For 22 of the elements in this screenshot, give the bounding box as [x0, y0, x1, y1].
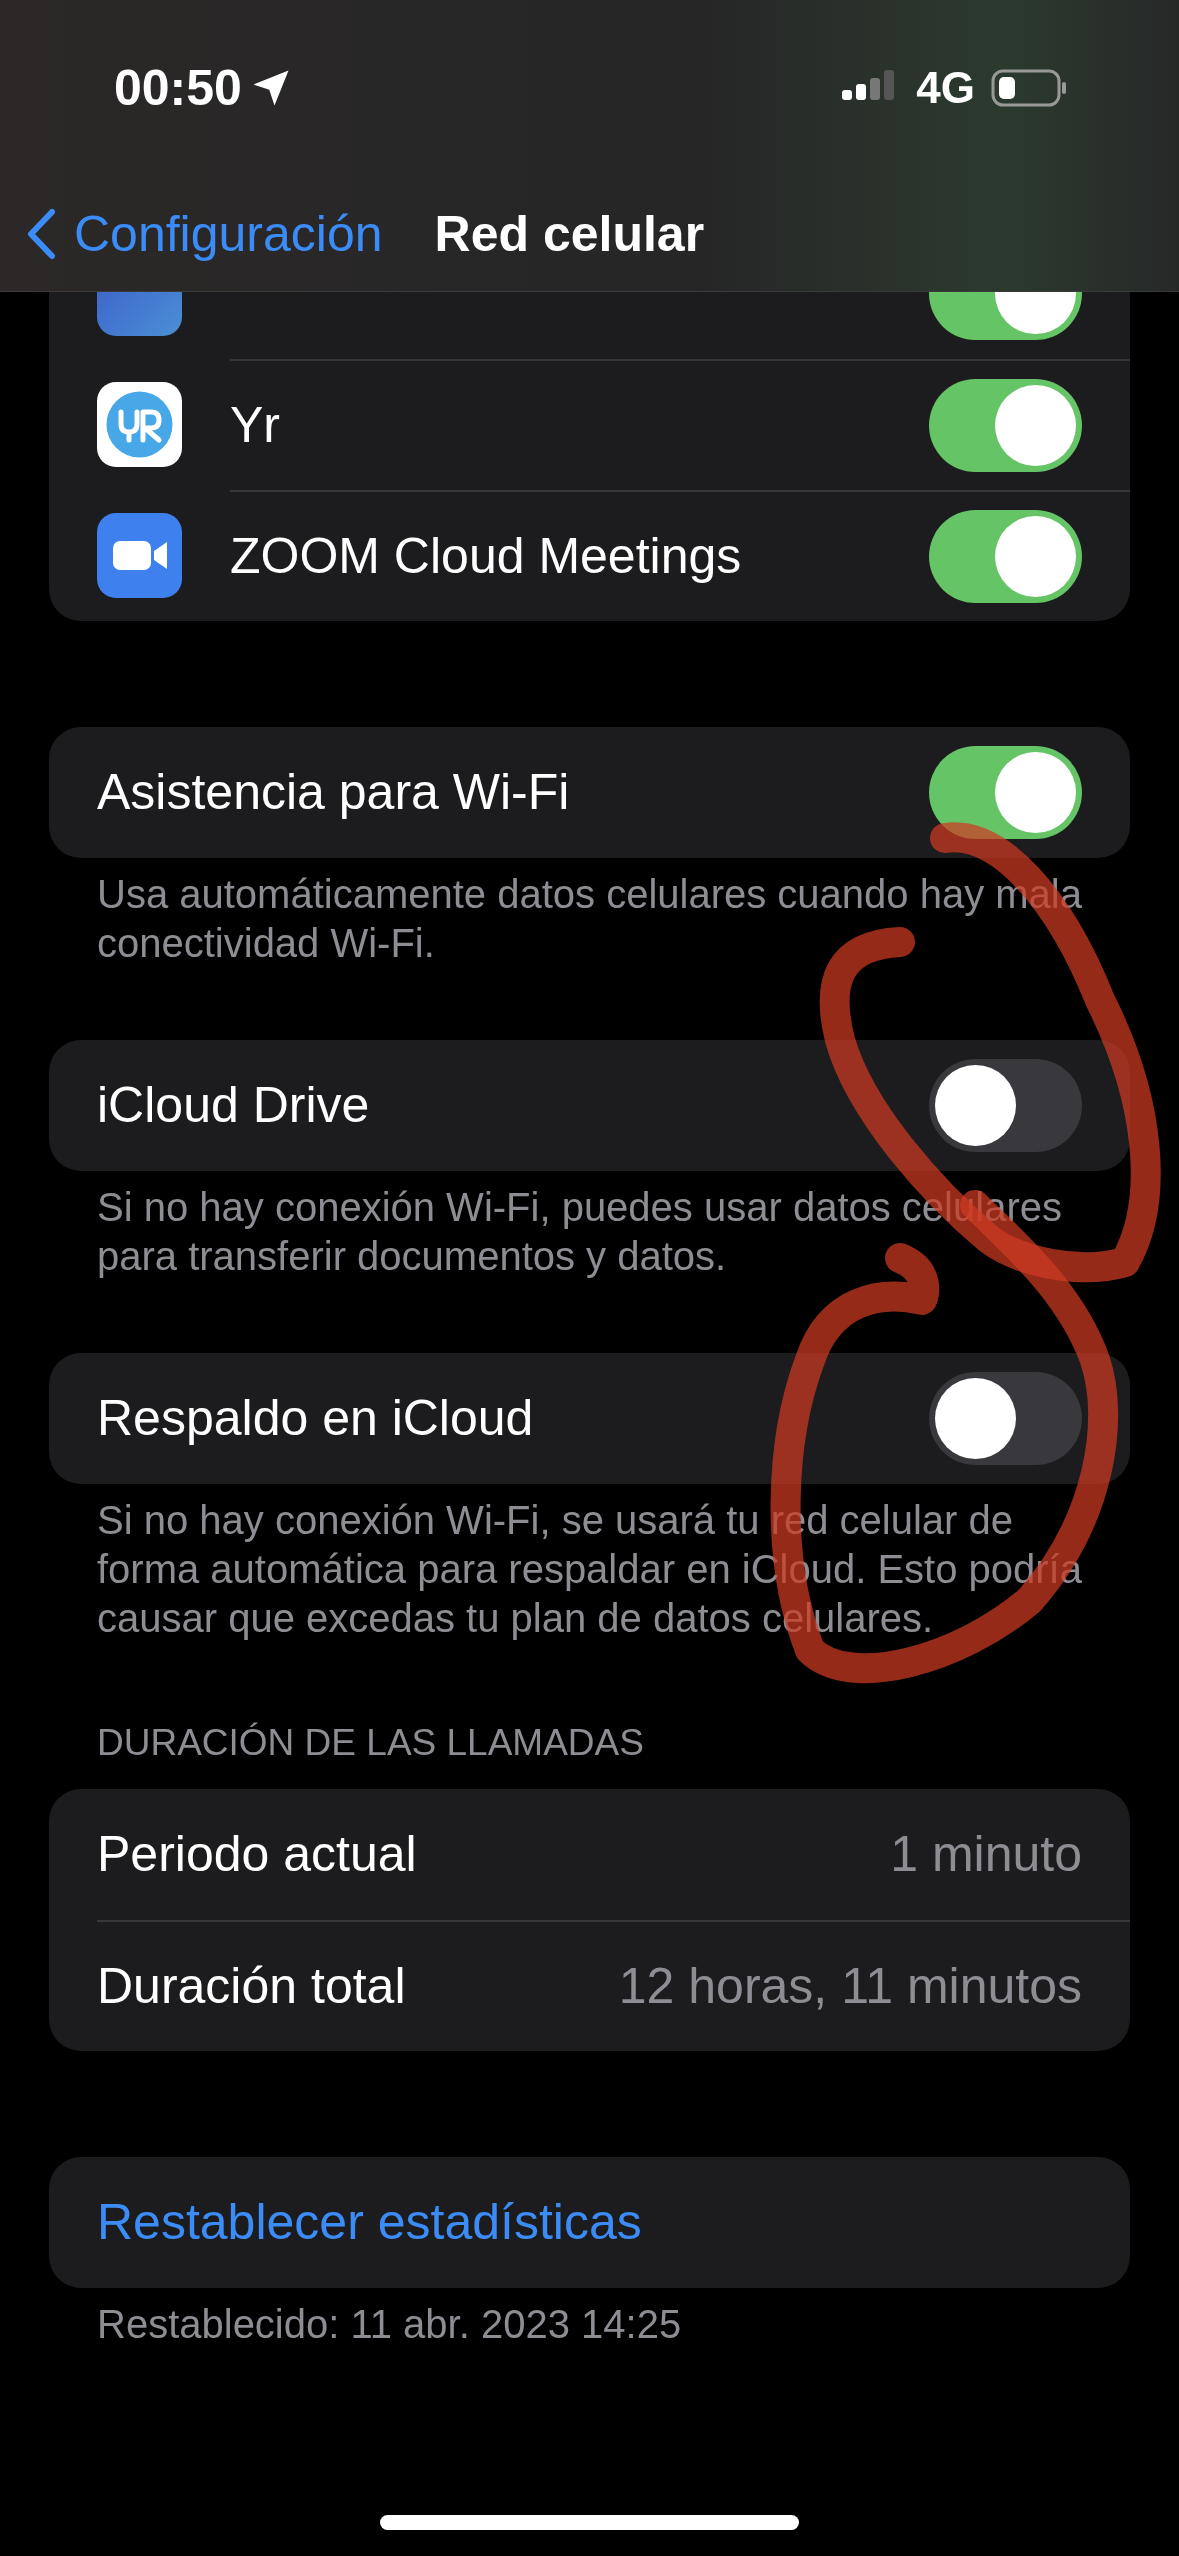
setting-label: Asistencia para Wi-Fi — [97, 763, 570, 822]
app-icon — [97, 382, 182, 467]
video-camera-icon — [97, 513, 182, 598]
battery-icon — [991, 68, 1069, 108]
app-name: ZOOM Cloud Meetings — [230, 527, 743, 586]
chevron-left-icon — [26, 208, 56, 260]
reset-timestamp: Restablecido: 11 abr. 2023 14:25 — [96, 2300, 683, 2348]
toggle-switch[interactable] — [929, 1372, 1082, 1465]
setting-label: iCloud Drive — [97, 1076, 370, 1135]
setting-label: Respaldo en iCloud — [97, 1389, 534, 1448]
row-value: 12 horas, 11 minutos — [618, 1956, 1082, 2016]
reset-statistics-link[interactable]: Restablecer estadísticas — [97, 2184, 642, 2260]
toggle-switch[interactable] — [929, 746, 1082, 839]
network-type: 4G — [916, 62, 975, 114]
row-label: Duración total — [97, 1956, 406, 2016]
page-title: Red celular — [434, 204, 705, 264]
row-label: Periodo actual — [97, 1824, 417, 1884]
clock-time: 00:50 — [114, 58, 242, 118]
app-name: Yr — [230, 396, 281, 455]
section-header: DURACIÓN DE LAS LLAMADAS — [96, 1721, 645, 1765]
back-button[interactable]: Configuración — [26, 196, 383, 272]
row-value: 1 minuto — [890, 1824, 1082, 1884]
